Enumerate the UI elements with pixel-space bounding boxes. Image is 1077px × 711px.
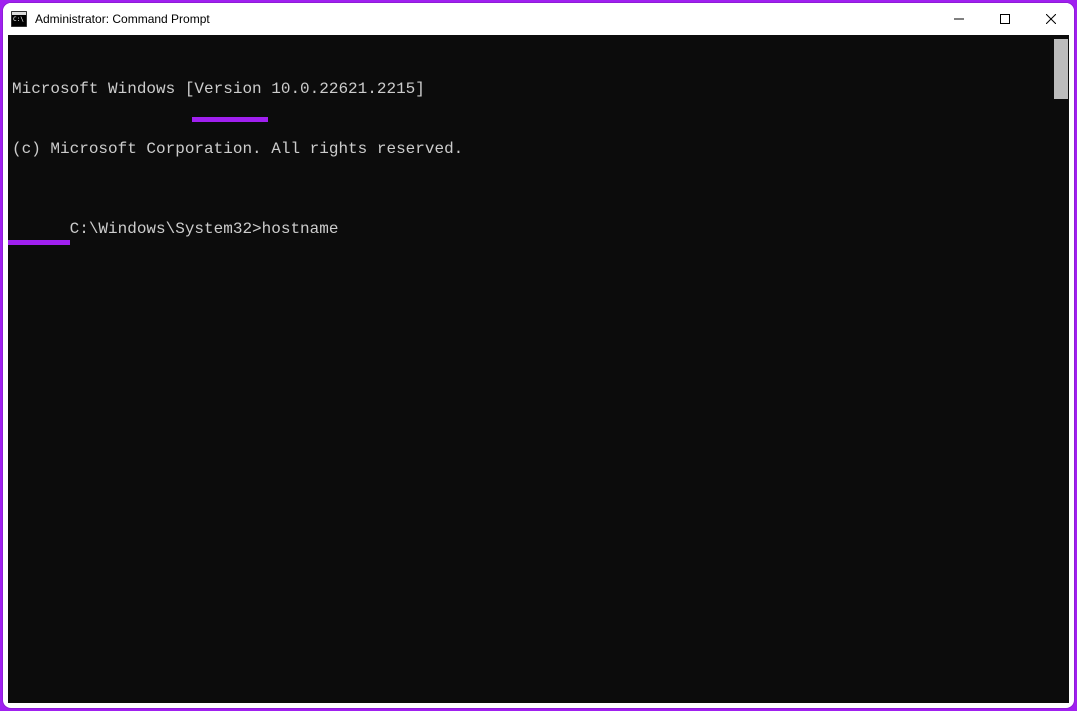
command-prompt-window: C:\ Administrator: Command Prompt Micros… [3,3,1074,708]
terminal-prompt-line: C:\Windows\System32>hostname [70,219,339,239]
terminal-command: hostname [262,220,339,238]
cmd-icon: C:\ [11,11,27,27]
window-title: Administrator: Command Prompt [35,12,936,26]
close-button[interactable] [1028,3,1074,35]
titlebar[interactable]: C:\ Administrator: Command Prompt [3,3,1074,35]
terminal-output-line: (c) Microsoft Corporation. All rights re… [12,139,1065,159]
terminal-prompt: C:\Windows\System32> [70,220,262,238]
svg-text:C:\: C:\ [13,16,24,23]
highlight-underline [192,117,268,122]
maximize-button[interactable] [982,3,1028,35]
terminal-output-line: Microsoft Windows [Version 10.0.22621.22… [12,79,1065,99]
scrollbar-thumb[interactable] [1054,39,1068,99]
window-controls [936,3,1074,35]
highlight-marker [8,240,70,245]
terminal-content: Microsoft Windows [Version 10.0.22621.22… [8,35,1069,283]
terminal-area[interactable]: Microsoft Windows [Version 10.0.22621.22… [8,35,1069,703]
minimize-button[interactable] [936,3,982,35]
